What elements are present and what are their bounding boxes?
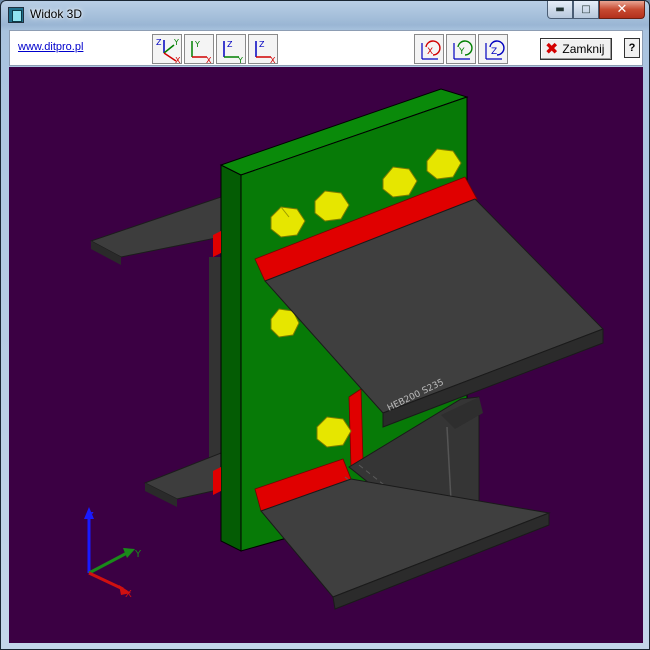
rotate-x-icon: X (421, 40, 441, 60)
app-icon (8, 7, 24, 23)
svg-text:X: X (427, 47, 433, 57)
3d-viewport[interactable]: HEB200 S235 Z Y X (9, 67, 643, 643)
y-axis (88, 551, 128, 575)
x-axis-label: X (125, 589, 132, 600)
y-axis-label: Y (134, 549, 142, 560)
caption-buttons: ▬ □ ✕ (547, 1, 645, 19)
rotate-y-button[interactable]: Y (446, 34, 476, 64)
svg-text:Z: Z (259, 40, 265, 49)
axes-yx-icon: Y X (191, 40, 212, 63)
svg-text:Y: Y (458, 47, 465, 57)
svg-text:Y: Y (237, 56, 243, 63)
close-window-button[interactable]: ✕ (599, 1, 645, 19)
svg-text:Z: Z (156, 38, 162, 47)
axes-zy-icon: Z Y (223, 40, 243, 63)
toolbar: www.ditpro.pl Z Y X Y X Z Y Z X X Y Z ✖ … (9, 30, 643, 66)
x-axis (88, 571, 124, 591)
view-zy-button[interactable]: Z Y (216, 34, 246, 64)
axis-triad: Z Y X (84, 507, 142, 600)
minimize-button[interactable]: ▬ (547, 1, 573, 19)
svg-text:X: X (175, 56, 181, 63)
view-xyz-isometric-button[interactable]: Z Y X (152, 34, 182, 64)
close-button-label: Zamknij (562, 42, 605, 56)
3d-scene: HEB200 S235 Z Y X (84, 88, 604, 610)
rotate-y-icon: Y (453, 40, 473, 60)
svg-text:X: X (270, 56, 276, 63)
view-zx-button[interactable]: Z X (248, 34, 278, 64)
view-xy-button[interactable]: Y X (184, 34, 214, 64)
title-bar[interactable]: Widok 3D ▬ □ ✕ (1, 1, 649, 29)
maximize-button[interactable]: □ (573, 1, 599, 19)
weld-web (348, 388, 364, 468)
svg-text:Z: Z (227, 40, 233, 49)
svg-text:X: X (206, 56, 212, 63)
left-beam-top-flange (89, 196, 232, 258)
close-x-icon: ✖ (545, 39, 559, 58)
axes-zyx-icon: Z Y X (156, 38, 181, 63)
window-title: Widok 3D (30, 7, 83, 21)
rotate-x-button[interactable]: X (414, 34, 444, 64)
svg-text:Z: Z (491, 47, 497, 57)
window: Widok 3D ▬ □ ✕ www.ditpro.pl Z Y X Y X Z… (0, 0, 650, 650)
left-beam-web (209, 257, 221, 467)
close-button[interactable]: ✖ Zamknij (540, 38, 612, 60)
rotate-z-icon: Z (485, 40, 505, 60)
help-button[interactable]: ? (624, 38, 640, 58)
svg-text:Y: Y (194, 40, 200, 49)
website-link[interactable]: www.ditpro.pl (18, 41, 83, 53)
svg-text:Y: Y (173, 38, 179, 47)
axes-zx-icon: Z X (255, 40, 276, 63)
rotate-z-button[interactable]: Z (478, 34, 508, 64)
z-axis-label: Z (87, 511, 94, 522)
end-plate-side (220, 164, 242, 552)
